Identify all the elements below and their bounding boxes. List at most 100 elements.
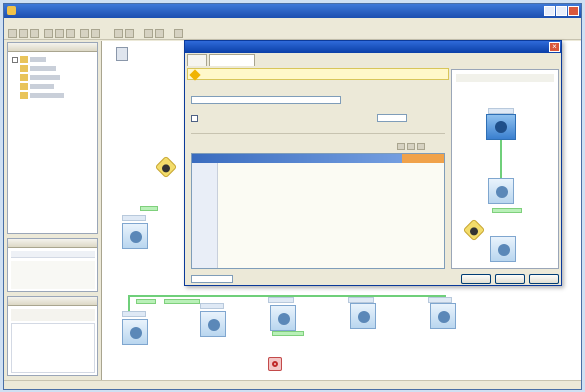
outline-panel [7,296,98,376]
warning-text [202,71,272,79]
folder-icon [20,83,28,90]
dialog-title-bar: × [185,41,561,53]
cancel-button[interactable] [529,274,559,284]
panel-header [8,297,97,306]
menu-item[interactable] [26,19,40,26]
menu-item[interactable] [116,19,130,26]
tab[interactable] [187,54,207,66]
link-label [140,206,158,211]
status-field [191,275,233,283]
tree-item[interactable] [30,66,56,71]
component-node[interactable] [486,114,516,140]
paste-icon[interactable] [66,29,75,38]
component-node[interactable] [490,236,516,262]
folder-icon [20,65,28,72]
redo-icon[interactable] [91,29,100,38]
row-header [192,163,218,268]
close-button[interactable] [568,6,579,16]
remove-row-icon[interactable] [407,143,415,150]
menu-bar [4,18,581,28]
undo-icon[interactable] [80,29,89,38]
app-icon [7,6,16,15]
folder-icon [20,56,28,63]
warning-banner [187,68,449,81]
menu-item[interactable] [80,19,94,26]
schema-grid[interactable] [191,153,445,269]
folder-icon [20,92,28,99]
node-label [200,303,224,309]
value-field[interactable] [377,114,407,122]
dialog-footer [185,273,561,285]
open-icon[interactable] [19,29,28,38]
node-label [122,311,146,317]
zoom-in-icon[interactable] [144,29,153,38]
back-button[interactable] [461,274,491,284]
finish-button[interactable] [495,274,525,284]
toolbar [4,28,581,40]
panel-toolbar [11,309,95,321]
new-icon[interactable] [8,29,17,38]
expand-icon[interactable] [12,57,18,63]
divider [191,133,445,134]
copy-icon[interactable] [55,29,64,38]
stop-icon[interactable] [125,29,134,38]
add-row-icon[interactable] [397,143,405,150]
component-node[interactable] [430,303,456,329]
tree-item[interactable] [30,57,46,62]
link-label [492,208,522,213]
warning-icon[interactable] [154,155,178,179]
warning-icon[interactable] [462,218,486,242]
panel-header [8,43,97,52]
menu-item[interactable] [62,19,76,26]
tree-item[interactable] [30,93,64,98]
node-label [122,215,146,221]
menu-item[interactable] [98,19,112,26]
move-up-icon[interactable] [417,143,425,150]
folder-icon [20,74,28,81]
zoom-out-icon[interactable] [155,29,164,38]
title-bar [4,4,581,18]
close-icon[interactable]: × [549,42,560,52]
save-icon[interactable] [30,29,39,38]
option-checkbox[interactable] [191,115,198,122]
app-window: × [3,3,582,390]
minimize-button[interactable] [544,6,555,16]
panel-header [8,239,97,248]
repository-panel [7,42,98,234]
component-icon [495,121,507,133]
menu-item[interactable] [8,19,22,26]
name-field[interactable] [191,96,341,104]
tree-item[interactable] [30,75,60,80]
link-label [136,299,156,304]
dialog-tabs [187,54,449,66]
link-label [164,299,200,304]
component-node[interactable] [122,223,148,249]
run-icon[interactable] [114,29,123,38]
component-icon[interactable] [116,47,128,61]
window-title [18,6,238,16]
grid-header-highlight [402,154,444,163]
menu-item[interactable] [44,19,58,26]
maximize-button[interactable] [556,6,567,16]
component-node[interactable] [122,319,148,345]
table-header [11,251,95,258]
tab[interactable] [209,54,255,66]
node-label [268,297,294,303]
preview-panel [451,69,559,269]
component-node[interactable] [488,178,514,204]
component-node[interactable] [270,305,296,331]
status-bar [4,380,581,389]
component-node[interactable] [200,311,226,337]
connection-line [500,140,502,178]
configuration-dialog: × [184,40,562,286]
cut-icon[interactable] [44,29,53,38]
error-icon[interactable] [268,357,282,371]
component-node[interactable] [350,303,376,329]
grid-body[interactable] [192,163,444,268]
data-table[interactable] [11,323,95,373]
grid-icon[interactable] [174,29,183,38]
error-mark [272,361,278,367]
tree-item[interactable] [30,84,54,89]
property-grid[interactable] [11,261,95,289]
link-label [272,331,304,336]
